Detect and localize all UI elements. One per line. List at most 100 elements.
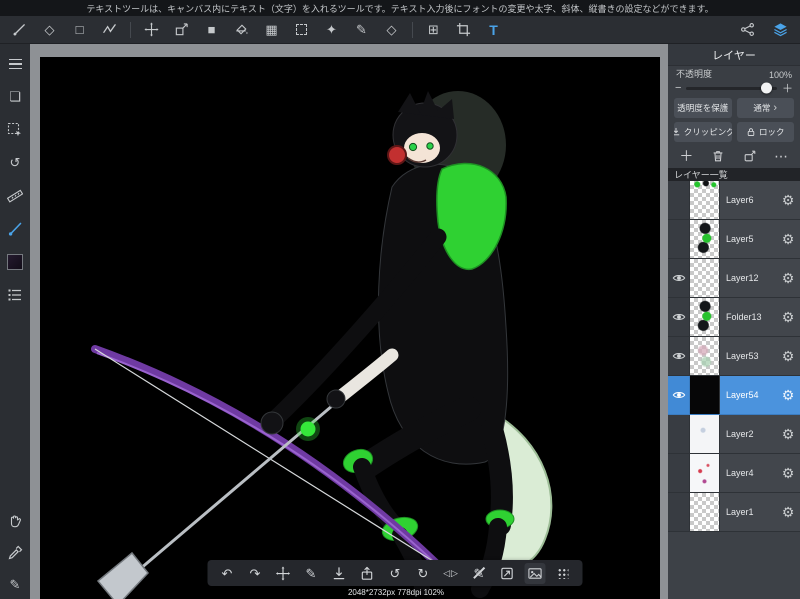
layer-visibility-toggle[interactable] xyxy=(668,415,690,453)
pencil-mode-button[interactable]: ✎ xyxy=(301,563,322,584)
layer-settings-gear-icon[interactable]: ⚙ xyxy=(776,415,800,453)
toolbar-divider xyxy=(412,21,413,38)
text-tool-icon[interactable]: T xyxy=(484,20,503,39)
current-color xyxy=(7,254,23,270)
eyedropper-icon[interactable] xyxy=(5,543,25,563)
layer-row[interactable]: Layer4 ⚙ xyxy=(668,454,800,493)
add-layer-button[interactable]: ＋ xyxy=(678,147,695,165)
sidebar-bottom-group: ✎ xyxy=(5,511,25,595)
color-swatch[interactable] xyxy=(5,252,25,272)
layer-settings-gear-icon[interactable]: ⚙ xyxy=(776,493,800,531)
redo-button[interactable]: ↷ xyxy=(245,563,266,584)
delete-layer-button[interactable] xyxy=(710,147,727,165)
gradient-tool-icon[interactable]: ▦ xyxy=(262,20,281,39)
layer-thumbnail xyxy=(690,454,720,492)
layer-visibility-toggle[interactable] xyxy=(668,259,690,297)
opacity-value: 100% xyxy=(768,70,792,80)
lock-button[interactable]: ロック xyxy=(736,122,794,142)
magic-wand-tool-icon[interactable]: ✦ xyxy=(322,20,341,39)
move-tool-icon[interactable] xyxy=(142,20,161,39)
headphone xyxy=(387,145,407,165)
opacity-slider-knob[interactable] xyxy=(761,82,772,94)
layer-thumbnail xyxy=(690,376,720,414)
fill-rect-tool-icon[interactable]: ■ xyxy=(202,20,221,39)
layer-settings-gear-icon[interactable]: ⚙ xyxy=(776,298,800,336)
layer-thumbnail xyxy=(690,415,720,453)
brush-tool-icon[interactable] xyxy=(10,20,29,39)
draw-pencil-icon[interactable]: ✎ xyxy=(5,575,25,595)
marquee-tool-icon[interactable]: □ xyxy=(70,20,89,39)
select-eraser-tool-icon[interactable]: ◇ xyxy=(382,20,401,39)
clipping-button[interactable]: クリッピング xyxy=(674,122,732,142)
layer-row[interactable]: Layer2 ⚙ xyxy=(668,415,800,454)
undo-button[interactable]: ↶ xyxy=(217,563,238,584)
opacity-slider[interactable] xyxy=(686,82,777,94)
layer-visibility-toggle[interactable] xyxy=(668,337,690,375)
export-button[interactable] xyxy=(357,563,378,584)
layer-row[interactable]: Layer5 ⚙ xyxy=(668,220,800,259)
layer-name: Layer12 xyxy=(726,273,759,283)
layer-visibility-toggle[interactable] xyxy=(668,220,690,258)
lock-icon xyxy=(747,128,755,136)
panel-grid-icon[interactable]: ⊞ xyxy=(424,20,443,39)
brush-list-icon[interactable] xyxy=(5,285,25,305)
layer-settings-gear-icon[interactable]: ⚙ xyxy=(776,337,800,375)
rotate-ccw-button[interactable]: ↺ xyxy=(385,563,406,584)
layer-visibility-toggle[interactable] xyxy=(668,493,690,531)
info-bar-text: テキストツールは、キャンバス内にテキスト（文字）を入れるツールです。テキスト入力… xyxy=(86,3,714,14)
hand-tool-icon[interactable] xyxy=(5,511,25,531)
layer-row[interactable]: Layer53 ⚙ xyxy=(668,337,800,376)
pan-move-button[interactable] xyxy=(273,563,294,584)
layer-row[interactable]: Layer12 ⚙ xyxy=(668,259,800,298)
save-download-button[interactable] xyxy=(329,563,350,584)
opacity-label: 不透明度 xyxy=(676,69,713,79)
blend-mode-button[interactable]: 通常 › xyxy=(736,98,794,118)
layer-row[interactable]: Layer1 ⚙ xyxy=(668,493,800,532)
drag-handle[interactable] xyxy=(553,563,574,584)
crop-tool-icon[interactable] xyxy=(454,20,473,39)
flip-horizontal-button[interactable]: ◁ ▷ xyxy=(441,563,462,584)
layer-settings-gear-icon[interactable]: ⚙ xyxy=(776,376,800,414)
layer-row[interactable]: Layer54 ⚙ xyxy=(668,376,800,415)
layer-settings-gear-icon[interactable]: ⚙ xyxy=(776,259,800,297)
layer-visibility-toggle[interactable] xyxy=(668,376,690,414)
polyline-tool-icon[interactable] xyxy=(100,20,119,39)
layer-visibility-toggle[interactable] xyxy=(668,181,690,219)
arrow-head xyxy=(96,551,149,599)
layer-row[interactable]: Folder13 ⚙ xyxy=(668,298,800,337)
menu-icon[interactable] xyxy=(5,54,25,74)
network-share-icon[interactable] xyxy=(738,20,757,39)
protect-alpha-button[interactable]: 透明度を保護 xyxy=(674,98,732,118)
layer-settings-gear-icon[interactable]: ⚙ xyxy=(776,220,800,258)
drag-dots-glyph xyxy=(557,567,569,579)
image-button[interactable] xyxy=(524,562,546,584)
opacity-minus-button[interactable]: − xyxy=(675,82,681,94)
layer-settings-gear-icon[interactable]: ⚙ xyxy=(776,181,800,219)
rotate-view-icon[interactable]: ↺ xyxy=(5,153,25,173)
merge-layer-button[interactable] xyxy=(742,147,759,165)
canvas[interactable]: 2048*2732px 778dpi 102% xyxy=(40,57,660,599)
layer-more-button[interactable]: ⋯ xyxy=(773,147,790,165)
lock-label: ロック xyxy=(758,127,785,137)
layer-row[interactable]: Layer6 ⚙ xyxy=(668,181,800,220)
select-rect-tool-icon[interactable] xyxy=(292,20,311,39)
protect-alpha-label: 透明度を保護 xyxy=(677,103,729,113)
pen-disable-button[interactable]: ✎ xyxy=(469,563,490,584)
active-brush-tool-icon[interactable] xyxy=(5,219,25,239)
select-pen-tool-icon[interactable]: ✎ xyxy=(352,20,371,39)
layer-visibility-toggle[interactable] xyxy=(668,298,690,336)
bucket-tool-icon[interactable] xyxy=(232,20,251,39)
transform-tool-icon[interactable] xyxy=(172,20,191,39)
share-button[interactable] xyxy=(497,563,518,584)
ruler-icon[interactable] xyxy=(5,186,25,206)
eraser-tool-icon[interactable]: ◇ xyxy=(40,20,59,39)
rotate-cw-button[interactable]: ↻ xyxy=(413,563,434,584)
layer-visibility-toggle[interactable] xyxy=(668,454,690,492)
opacity-plus-button[interactable]: ＋ xyxy=(782,80,793,96)
toolbar-divider xyxy=(130,21,131,38)
layers-panel-icon[interactable] xyxy=(771,20,790,39)
layer-settings-gear-icon[interactable]: ⚙ xyxy=(776,454,800,492)
select-cursor-icon[interactable] xyxy=(5,120,25,140)
pages-icon[interactable]: ❏ xyxy=(5,87,25,107)
layer-actions-row: ＋ ⋯ xyxy=(668,144,800,168)
